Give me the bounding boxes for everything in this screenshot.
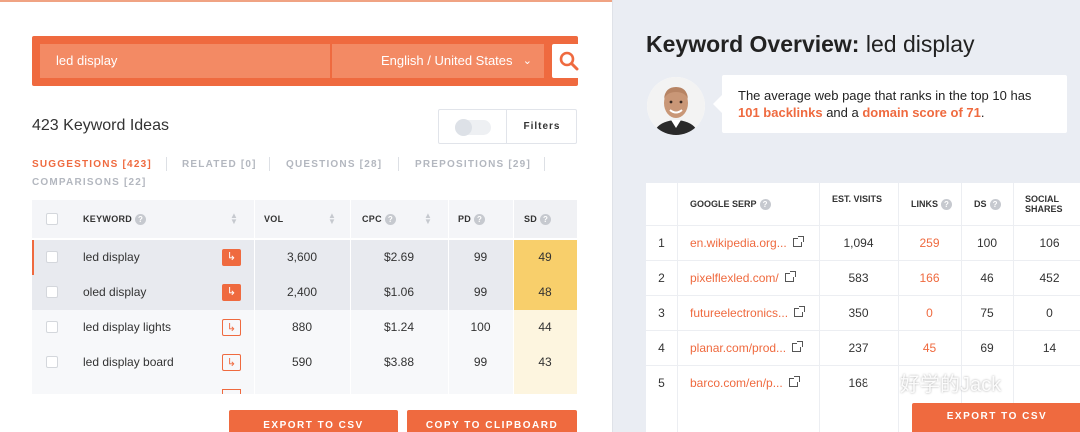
cpc-cell: $3.88 (383, 355, 415, 369)
sort-icon[interactable]: ▲ ▼ (328, 212, 336, 226)
sd-cell: 49 (513, 240, 577, 275)
row-checkbox[interactable] (46, 321, 58, 333)
table-row: 5 barco.com/en/p... 168 (646, 365, 1080, 400)
overview-title: Keyword Overview: led display (646, 31, 975, 57)
language-select[interactable]: English / United States ⌄ (332, 44, 544, 78)
search-input[interactable] (40, 44, 330, 78)
select-all-checkbox[interactable] (46, 213, 58, 225)
pd-cell: 99 (473, 355, 488, 369)
external-link-icon[interactable] (784, 271, 796, 282)
row-checkbox[interactable] (46, 356, 58, 368)
table-row: 2 pixelflexled.com/ 583 166 46 452 (646, 260, 1080, 295)
vol-cell: 3,600 (286, 250, 318, 264)
google-serp-table: GOOGLE SERP? EST. VISITS LINKS? DS? SOCI… (646, 183, 1080, 432)
help-icon[interactable]: ? (540, 214, 552, 225)
sd-cell: 48 (513, 275, 577, 310)
wechat-icon (866, 373, 894, 395)
pd-cell: 100 (470, 320, 491, 334)
sd-cell: 43 (513, 345, 577, 380)
backlinks-summary: The average web page that ranks in the t… (713, 75, 1067, 133)
filter-toggle[interactable] (455, 119, 491, 136)
vol-cell: 880 (291, 320, 313, 334)
column-sd[interactable]: SD? (524, 200, 552, 238)
serp-url-link[interactable]: barco.com/en/p... (690, 366, 800, 401)
filters-box: Filters (438, 109, 577, 144)
open-keyword-icon[interactable]: ↳ (222, 284, 241, 301)
filters-button[interactable]: Filters (507, 110, 577, 143)
export-csv-button[interactable]: EXPORT TO CSV (229, 410, 398, 432)
help-icon[interactable]: ? (941, 199, 952, 210)
copy-to-clipboard-button[interactable]: COPY TO CLIPBOARD (407, 410, 577, 432)
open-keyword-icon[interactable]: ↳ (222, 249, 241, 266)
serp-url-link[interactable]: planar.com/prod... (690, 331, 804, 366)
table-row[interactable]: oled display ↳ 2,400 $1.06 99 48 (32, 275, 577, 310)
open-keyword-icon[interactable]: ↳ (222, 354, 241, 371)
cpc-cell: $1.06 (383, 285, 415, 299)
keyword-ideas-panel: English / United States ⌄ 423 Keyword Id… (0, 0, 612, 432)
cpc-cell: $1.24 (383, 320, 415, 334)
table-row[interactable]: led display lights ↳ 880 $1.24 100 44 (32, 310, 577, 345)
table-row: 3 futureelectronics... 350 0 75 0 (646, 295, 1080, 330)
vol-cell: 590 (291, 355, 313, 369)
row-checkbox[interactable] (46, 286, 58, 298)
row-checkbox[interactable] (46, 251, 58, 263)
sort-icon[interactable]: ▲ ▼ (424, 212, 432, 226)
search-button[interactable] (552, 44, 586, 78)
table-row[interactable] (32, 380, 577, 394)
serp-url-link[interactable]: pixelflexled.com/ (690, 261, 796, 296)
keyword-cell[interactable]: led display (83, 240, 140, 275)
keyword-cell[interactable]: led display board (83, 345, 174, 380)
open-keyword-icon[interactable]: ↳ (222, 319, 241, 336)
help-icon[interactable]: ? (989, 199, 1001, 210)
table-row[interactable]: led display ↳ 3,600 $2.69 99 49 (32, 240, 577, 275)
column-cpc[interactable]: CPC? (362, 200, 396, 238)
external-link-icon[interactable] (788, 376, 800, 387)
cpc-cell: $2.69 (383, 250, 415, 264)
tab-questions[interactable]: QUESTIONS [28] (286, 159, 382, 170)
keyword-cell[interactable]: led display lights (83, 310, 171, 345)
avatar (647, 77, 705, 135)
table-row: 1 en.wikipedia.org... 1,094 259 100 106 (646, 225, 1080, 260)
tab-prepositions[interactable]: PREPOSITIONS [29] (415, 159, 531, 170)
language-value: English / United States (381, 53, 513, 68)
vol-cell: 2,400 (286, 285, 318, 299)
column-pd[interactable]: PD? (458, 200, 486, 238)
table-row[interactable]: led display board ↳ 590 $3.88 99 43 (32, 345, 577, 380)
export-serp-csv-button[interactable]: EXPORT TO CSV (912, 403, 1080, 432)
keyword-overview-panel: Keyword Overview: led display The averag… (612, 0, 1080, 432)
sort-icon[interactable]: ▲ ▼ (230, 212, 238, 226)
help-icon[interactable]: ? (474, 214, 486, 225)
pd-cell: 99 (473, 285, 488, 299)
column-vol[interactable]: VOL (264, 200, 283, 238)
search-bar: English / United States ⌄ (32, 36, 586, 86)
keyword-ideas-count: 423 Keyword Ideas (32, 117, 169, 134)
serp-url-link[interactable]: futureelectronics... (690, 296, 806, 331)
help-icon[interactable]: ? (384, 214, 396, 225)
external-link-icon[interactable] (792, 236, 804, 247)
search-icon (559, 51, 579, 71)
column-keyword[interactable]: KEYWORD? (83, 200, 147, 238)
pd-cell: 99 (473, 250, 488, 264)
external-link-icon[interactable] (792, 341, 804, 352)
tab-related[interactable]: RELATED [0] (182, 159, 257, 170)
help-icon[interactable]: ? (759, 199, 771, 210)
serp-url-link[interactable]: en.wikipedia.org... (690, 226, 804, 261)
keyword-cell[interactable]: oled display (83, 275, 146, 310)
tab-suggestions[interactable]: SUGGESTIONS [423] (32, 159, 152, 170)
external-link-icon[interactable] (794, 306, 806, 317)
tab-comparisons[interactable]: COMPARISONS [22] (32, 177, 147, 188)
table-row: 4 planar.com/prod... 237 45 69 14 (646, 330, 1080, 365)
chevron-down-icon: ⌄ (522, 55, 532, 67)
help-icon[interactable]: ? (135, 214, 147, 225)
sd-cell: 44 (513, 310, 577, 345)
watermark: 好学的Jack (866, 368, 1001, 397)
